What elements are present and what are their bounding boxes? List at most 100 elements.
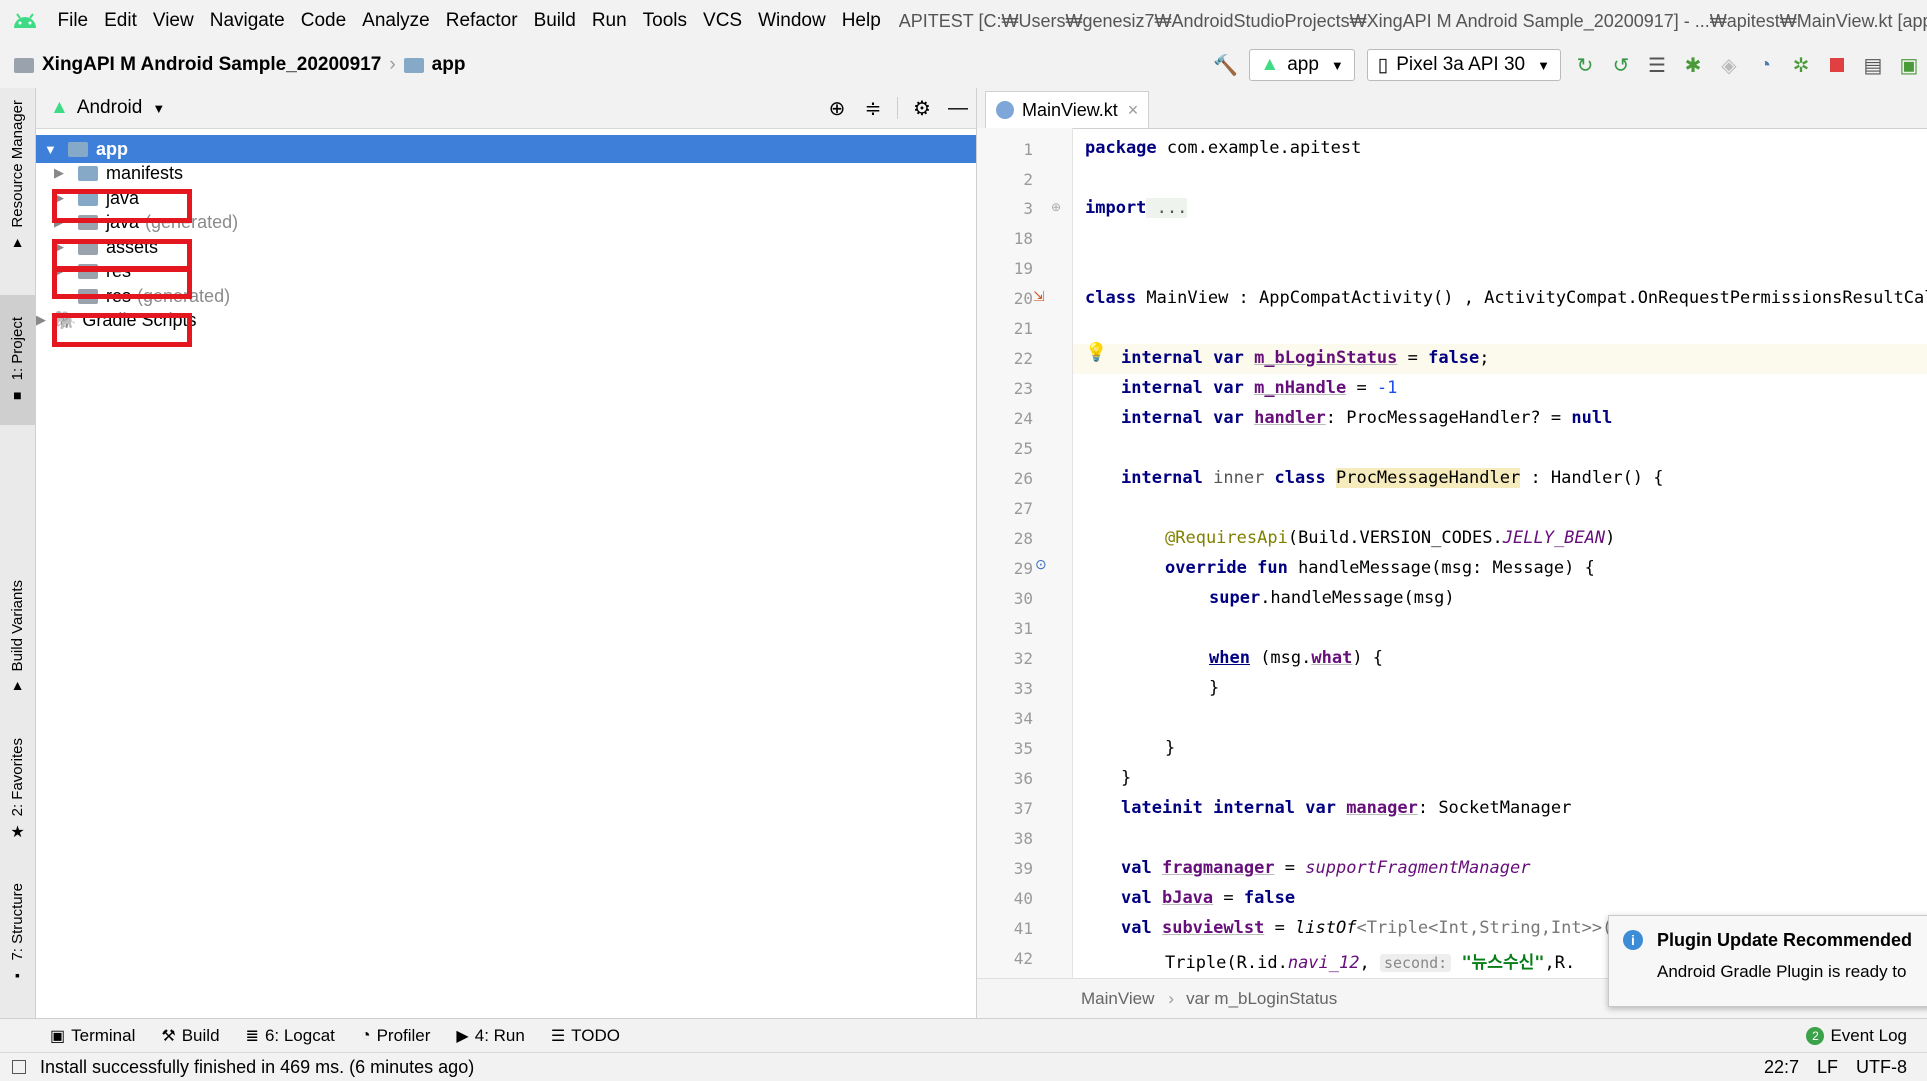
menu-build[interactable]: Build: [526, 10, 584, 32]
coverage-icon[interactable]: ◈: [1711, 49, 1747, 81]
property: subviewlst: [1161, 918, 1265, 938]
device-select[interactable]: ▯ Pixel 3a API 30 ▼: [1366, 49, 1561, 81]
menu-refactor[interactable]: Refactor: [438, 10, 526, 32]
tool-logcat[interactable]: ≣ 6: Logcat: [246, 1026, 335, 1046]
menu-run[interactable]: Run: [584, 10, 635, 32]
tab-mainview-kt[interactable]: MainView.kt ×: [985, 91, 1150, 128]
resource-manager-label: Resource Manager: [9, 100, 26, 228]
tool-build[interactable]: ⚒ Build: [161, 1026, 219, 1046]
menu-file[interactable]: File: [50, 10, 97, 32]
code-line: internal inner class ProcMessageHandler …: [1121, 468, 1664, 488]
menu-window[interactable]: Window: [750, 10, 834, 32]
menu-analyze[interactable]: Analyze: [354, 10, 438, 32]
tool-label: Profiler: [376, 1026, 431, 1045]
menu-tools[interactable]: Tools: [635, 10, 695, 32]
apply-changes-restart-icon[interactable]: ↻: [1567, 49, 1603, 81]
code-text: =: [1397, 348, 1429, 368]
code-line: lateinit internal var manager: SocketMan…: [1121, 798, 1571, 818]
tool-run[interactable]: ▶ 4: Run: [456, 1026, 524, 1046]
line-number: 26: [1013, 469, 1033, 488]
fold-icon[interactable]: ⊕: [1051, 200, 1061, 214]
tree-node-manifests[interactable]: ▶ manifests: [54, 159, 183, 187]
property: supportFragmentManager: [1305, 858, 1531, 878]
menu-edit[interactable]: Edit: [96, 10, 145, 32]
lightbulb-icon[interactable]: 💡: [1085, 342, 1107, 363]
line-number: 35: [1013, 739, 1033, 758]
editor-gutter: 1 2 3 18 19 20 21 22 23 24 25 26 27 28 2…: [977, 128, 1073, 978]
property: m_nHandle: [1254, 378, 1347, 398]
number: -1: [1376, 378, 1398, 398]
crumb-class[interactable]: MainView: [1081, 989, 1154, 1009]
profile-icon[interactable]: ◔: [1747, 49, 1783, 81]
event-log-badge: 2: [1806, 1027, 1825, 1045]
debug-icon[interactable]: ✱: [1675, 49, 1711, 81]
menu-vcs[interactable]: VCS: [695, 10, 750, 32]
tab-favorites[interactable]: 2: Favorites ★: [0, 738, 35, 842]
crumb-member[interactable]: var m_bLoginStatus: [1186, 989, 1337, 1009]
keyword: val: [1121, 918, 1152, 938]
apply-code-changes-icon[interactable]: ↺: [1603, 49, 1639, 81]
minimize-icon[interactable]: —: [940, 92, 976, 124]
expanded-arrow-icon[interactable]: ▼: [44, 142, 62, 157]
menu-code[interactable]: Code: [293, 10, 354, 32]
breadcrumb-module[interactable]: app: [432, 54, 466, 76]
tab-build-variants[interactable]: Build Variants ▲: [0, 580, 35, 693]
collapsed-arrow-icon[interactable]: ▶: [54, 165, 72, 181]
list-icon[interactable]: ☰: [1639, 49, 1675, 81]
breadcrumb-project[interactable]: XingAPI M Android Sample_20200917: [42, 54, 381, 76]
menu-navigate[interactable]: Navigate: [202, 10, 293, 32]
tab-resource-manager[interactable]: Resource Manager ▲: [0, 100, 35, 250]
menu-help[interactable]: Help: [834, 10, 889, 32]
tool-profiler[interactable]: ◔ Profiler: [361, 1026, 431, 1046]
sdk-manager-icon[interactable]: ▣: [1891, 49, 1927, 81]
stop-icon[interactable]: [1819, 49, 1855, 81]
code-text: Triple(R.id.: [1165, 953, 1288, 973]
code-line: }: [1165, 738, 1175, 758]
status-message[interactable]: Install successfully finished in 469 ms.…: [40, 1057, 474, 1078]
run-icon: ▶: [456, 1028, 469, 1045]
tab-structure[interactable]: 7: Structure ▪: [0, 883, 35, 983]
override-marker-icon[interactable]: ⊙: [1035, 556, 1047, 573]
line-separator[interactable]: LF: [1817, 1057, 1838, 1078]
make-project-hammer-icon[interactable]: 🔨: [1207, 49, 1243, 81]
tool-event-log[interactable]: 2 Event Log: [1806, 1026, 1907, 1046]
device-manager-icon[interactable]: ▤: [1855, 49, 1891, 81]
code-text: ,R.: [1544, 953, 1576, 973]
left-tool-strip: Resource Manager ▲ 1: Project ■ Build Va…: [0, 88, 36, 1018]
code-text: =: [1346, 378, 1377, 398]
implementation-marker-icon[interactable]: ⇲: [1033, 288, 1045, 305]
menu-view[interactable]: View: [145, 10, 202, 32]
tool-todo[interactable]: ☰ TODO: [551, 1026, 620, 1046]
tab-label: MainView.kt: [1022, 99, 1118, 120]
parameter-hint: second:: [1379, 954, 1452, 972]
tool-terminal[interactable]: ▣ Terminal: [50, 1026, 135, 1046]
line-number: 33: [1013, 679, 1033, 698]
resource-manager-icon: ▲: [10, 233, 25, 250]
gear-icon[interactable]: ⚙: [904, 92, 940, 124]
code-text: }: [1121, 768, 1132, 788]
property: bJava: [1161, 888, 1214, 908]
plugin-update-notification[interactable]: i Plugin Update Recommended Android Grad…: [1608, 915, 1927, 1007]
code-area[interactable]: package com.example.apitest import ... c…: [1073, 128, 1927, 978]
line-number: 41: [1013, 919, 1033, 938]
run-config-select[interactable]: ▲ app ▼: [1249, 49, 1355, 81]
collapse-all-icon[interactable]: ≑: [855, 92, 891, 124]
project-view-select[interactable]: ▲ Android ▼: [50, 97, 165, 119]
file-encoding[interactable]: UTF-8: [1856, 1057, 1907, 1078]
close-icon[interactable]: ×: [1128, 100, 1139, 121]
android-run-icon: ▲: [1260, 54, 1280, 75]
code-line: import ...: [1085, 198, 1188, 218]
module-folder-icon: [403, 57, 424, 73]
tab-project[interactable]: 1: Project ■: [0, 295, 35, 425]
project-folder-icon: [14, 57, 34, 73]
code-line: internal var m_nHandle = -1: [1121, 378, 1397, 398]
locate-crosshair-icon[interactable]: ⊕: [819, 92, 855, 124]
status-square-icon[interactable]: [12, 1060, 26, 1074]
line-number: 29: [1013, 559, 1033, 578]
attach-debugger-icon[interactable]: ✲: [1783, 49, 1819, 81]
folded-imports[interactable]: ...: [1146, 198, 1188, 218]
code-line: internal var handler: ProcMessageHandler…: [1121, 408, 1612, 428]
code-text: ): [1605, 528, 1616, 548]
cursor-position[interactable]: 22:7: [1764, 1057, 1799, 1078]
keyword: val: [1121, 888, 1152, 908]
